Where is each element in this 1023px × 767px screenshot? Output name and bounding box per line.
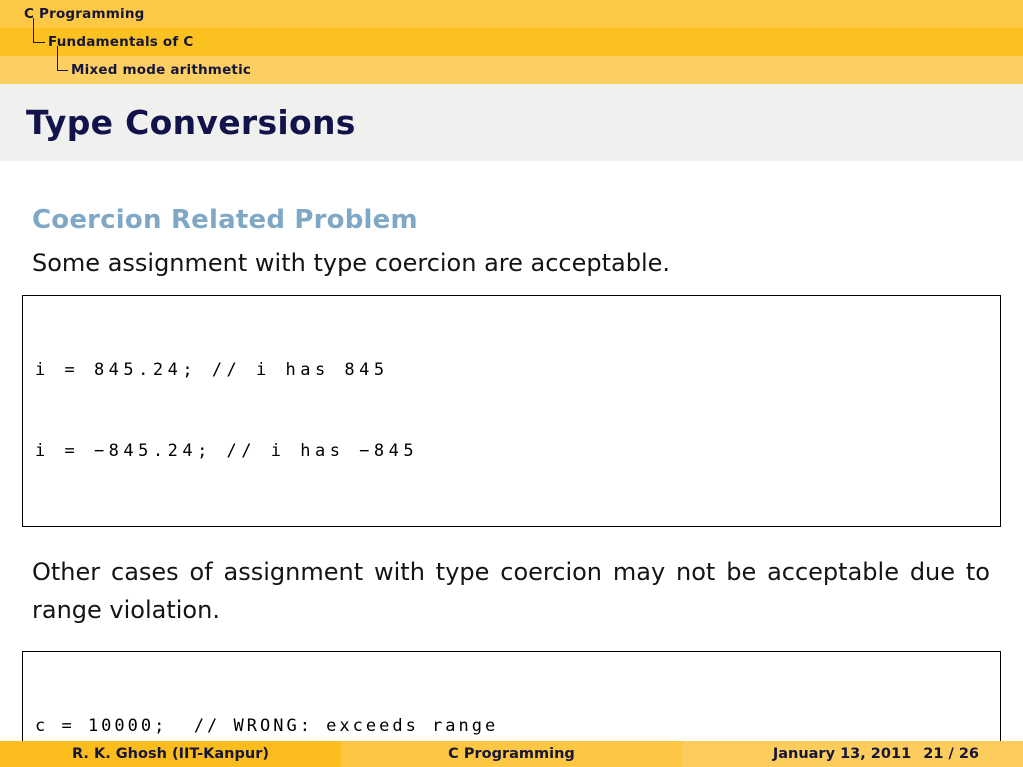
slide-body: Coercion Related Problem Some assignment… [0,205,1023,767]
section-heading: Coercion Related Problem [32,205,418,235]
paragraph-acceptable-coercion: Some assignment with type coercion are a… [32,249,671,277]
frame-title: Type Conversions [26,103,356,142]
footer-page-number: 21 / 26 [923,746,979,762]
footer-date-segment: January 13, 2011 21 / 26 [682,741,1023,767]
footer-presentation-title: C Programming [448,746,575,762]
breadcrumb-label-fundamentals: Fundamentals of C [48,34,194,50]
code-line: i = 845.24; // i has 845 [35,360,389,380]
breadcrumb-label-mixed-mode: Mixed mode arithmetic [71,62,252,78]
breadcrumb-level-2: Fundamentals of C [0,28,1023,56]
tree-branch-icon [57,46,68,71]
footer-author-segment: R. K. Ghosh (IIT-Kanpur) [0,741,341,767]
footline: R. K. Ghosh (IIT-Kanpur) C Programming J… [0,741,1023,767]
breadcrumb-level-1: C Programming [0,0,1023,28]
breadcrumb-level-3: Mixed mode arithmetic [0,56,1023,84]
frame-titlebar: Type Conversions [0,84,1023,161]
tree-branch-icon [33,18,45,43]
code-line: c = 10000; // WRONG: exceeds range [35,716,499,736]
code-line: i = −845.24; // i has −845 [35,441,419,461]
breadcrumb: C Programming Fundamentals of C Mixed mo… [0,0,1023,84]
code-block-acceptable: i = 845.24; // i has 845 i = −845.24; //… [22,295,1001,527]
presentation-slide: C Programming Fundamentals of C Mixed mo… [0,0,1023,767]
paragraph-range-violation: Other cases of assignment with type coer… [32,558,990,624]
footer-title-segment: C Programming [341,741,682,767]
footer-author: R. K. Ghosh (IIT-Kanpur) [72,746,269,762]
